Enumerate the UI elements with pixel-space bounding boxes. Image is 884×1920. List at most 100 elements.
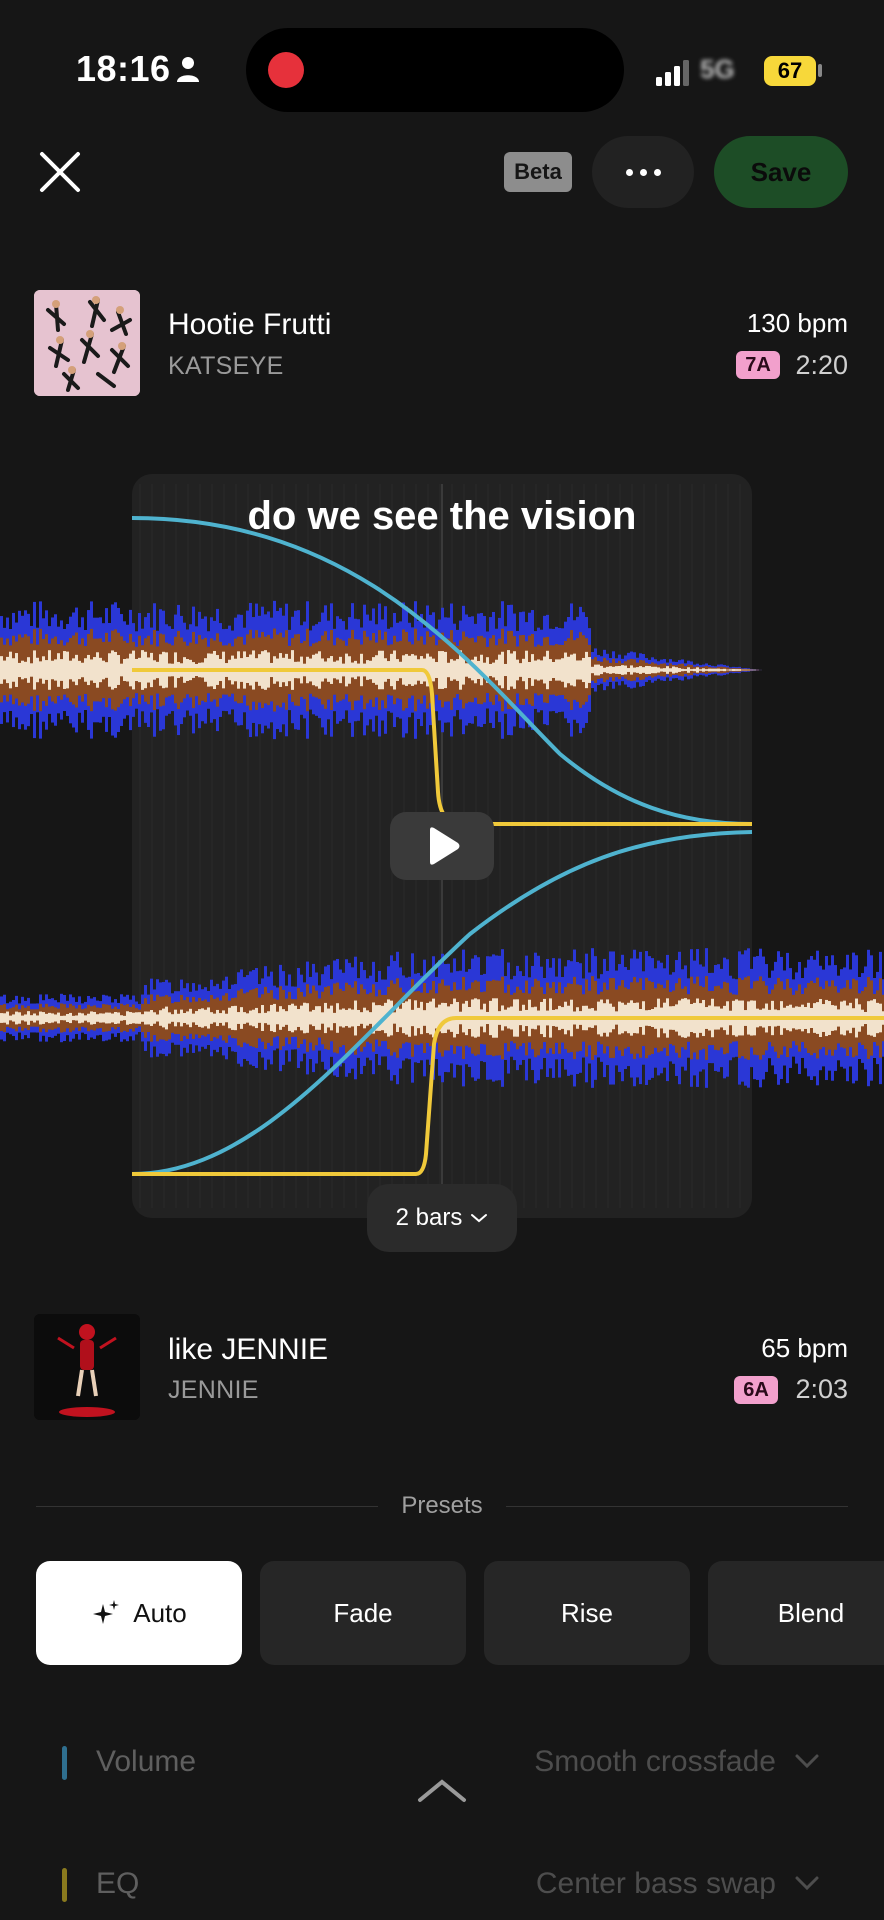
wave-top-cream (573, 653, 576, 687)
wave-bottom-cream (432, 998, 435, 1038)
wave-top-cream (528, 661, 531, 679)
wave-bottom-cream (294, 1005, 297, 1031)
wave-bottom-cream (87, 1013, 90, 1023)
track-bpm-top: 130 bpm (746, 308, 848, 338)
wave-top-cream (633, 667, 636, 673)
wave-top-cream (84, 658, 87, 682)
wave-top-cream (492, 662, 495, 678)
wave-bottom-cream (96, 1014, 99, 1022)
wave-bottom-cream (174, 1009, 177, 1027)
wave-top-cream (678, 668, 681, 672)
save-button[interactable]: Save (714, 136, 848, 208)
chevron-down-icon[interactable] (794, 1874, 820, 1892)
wave-bottom-cream (99, 1013, 102, 1023)
sparkle-icon (93, 1600, 120, 1624)
wave-bottom-cream (330, 1005, 333, 1031)
preset-label: Fade (333, 1597, 393, 1628)
preset-rise[interactable]: Rise (484, 1561, 690, 1665)
track-artist-top: KATSEYE (168, 352, 284, 380)
wave-bottom-cream (30, 1015, 33, 1021)
wave-bottom-cream (9, 1015, 12, 1021)
wave-top-cream (558, 659, 561, 681)
wave-top-cream (495, 659, 498, 681)
wave-top-cream (693, 668, 696, 672)
wave-bottom-cream (42, 1012, 45, 1024)
wave-bottom-cream (18, 1012, 21, 1024)
wave-top-cream (36, 657, 39, 683)
track-title-bottom: like JENNIE (168, 1333, 329, 1366)
wave-top-cream (603, 667, 606, 673)
wave-bottom-cream (261, 1005, 264, 1031)
volume-value[interactable]: Smooth crossfade (534, 1745, 776, 1779)
wave-bottom-cream (345, 1009, 348, 1027)
wave-top-cream (51, 660, 54, 680)
wave-bottom-cream (6, 1011, 9, 1025)
wave-top-cream (114, 651, 117, 689)
eq-value[interactable]: Center bass swap (536, 1867, 776, 1901)
play-button[interactable] (390, 812, 494, 880)
chevron-down-icon[interactable] (794, 1752, 820, 1770)
wave-top-cream (645, 665, 648, 675)
wave-bottom-cream (195, 1011, 198, 1025)
wave-top-cream (513, 651, 516, 689)
more-options-button[interactable] (592, 136, 694, 208)
more-dot-icon (626, 169, 633, 176)
preset-blend[interactable]: Blend (708, 1561, 884, 1665)
wave-bottom-cream (333, 1012, 336, 1024)
wave-top-cream (732, 669, 735, 671)
wave-bottom-cream (339, 1009, 342, 1027)
wave-bottom-cream (234, 1005, 237, 1031)
wave-bottom-cream (231, 1006, 234, 1030)
wave-top-cream (30, 663, 33, 677)
wave-top-cream (18, 662, 21, 678)
preset-auto[interactable]: Auto (36, 1561, 242, 1665)
wave-bottom-cream (291, 1003, 294, 1033)
wave-top-cream (6, 656, 9, 684)
wave-top-cream (24, 661, 27, 679)
wave-bottom-cream (249, 1010, 252, 1026)
wave-bottom-cream (225, 1013, 228, 1023)
wave-top-cream (612, 666, 615, 674)
wave-top-cream (87, 654, 90, 686)
wave-bottom-cream (39, 1011, 42, 1025)
wave-bottom-cream (177, 1013, 180, 1023)
close-icon[interactable] (36, 148, 84, 196)
wave-top-cream (81, 662, 84, 678)
wave-bottom-cream (15, 1011, 18, 1025)
wave-top-cream (555, 659, 558, 681)
transition-length-dropdown[interactable]: 2 bars (367, 1184, 517, 1252)
wave-top-cream (729, 669, 732, 671)
album-cover-top[interactable] (34, 290, 140, 396)
wave-bottom-cream (3, 1013, 6, 1023)
wave-bottom-cream (411, 1009, 414, 1027)
wave-top-cream (117, 655, 120, 685)
beta-badge: Beta (504, 152, 572, 192)
wave-top-cream (0, 656, 3, 684)
eq-accent-bar (62, 1868, 67, 1902)
album-cover-bottom[interactable] (34, 1314, 140, 1420)
wave-top-cream (66, 651, 69, 689)
wave-top-cream (45, 660, 48, 680)
chevron-up-icon[interactable] (416, 1778, 468, 1804)
wave-bottom-cream (288, 1005, 291, 1031)
preset-fade[interactable]: Fade (260, 1561, 466, 1665)
wave-bottom-cream (405, 1001, 408, 1035)
wave-bottom-cream (78, 1012, 81, 1024)
signal-icon (656, 60, 689, 86)
wave-top-cream (69, 660, 72, 680)
wave-top-cream (726, 669, 729, 671)
wave-bottom-cream (45, 1013, 48, 1023)
wave-top-cream (609, 666, 612, 674)
wave-bottom-cream (360, 1012, 363, 1024)
wave-bottom-cream (267, 1011, 270, 1025)
wave-bottom-cream (72, 1015, 75, 1021)
wave-bottom-cream (228, 1007, 231, 1029)
wave-bottom-cream (300, 1005, 303, 1031)
wave-top-cream (42, 656, 45, 684)
wave-bottom-cream (306, 1003, 309, 1033)
play-icon (430, 827, 460, 865)
wave-top-cream (48, 650, 51, 690)
wave-top-cream (510, 653, 513, 687)
wave-top-cream (684, 669, 687, 671)
wave-top-cream (111, 650, 114, 690)
